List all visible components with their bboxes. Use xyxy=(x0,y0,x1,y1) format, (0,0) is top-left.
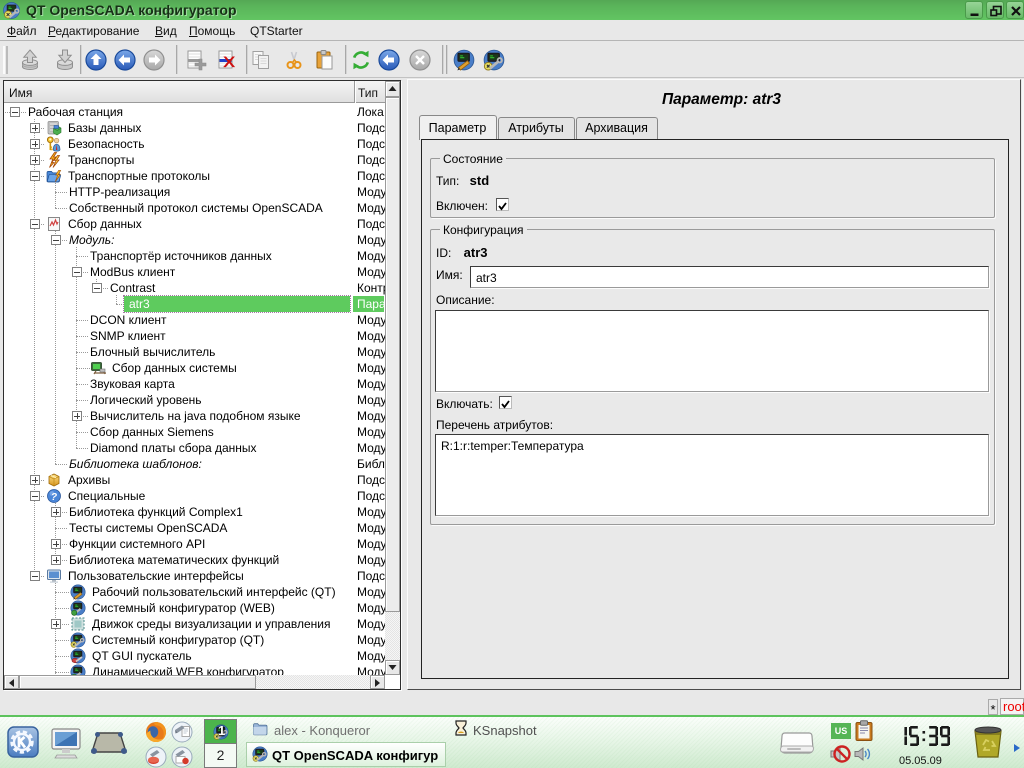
svg-text:?: ? xyxy=(51,492,57,503)
